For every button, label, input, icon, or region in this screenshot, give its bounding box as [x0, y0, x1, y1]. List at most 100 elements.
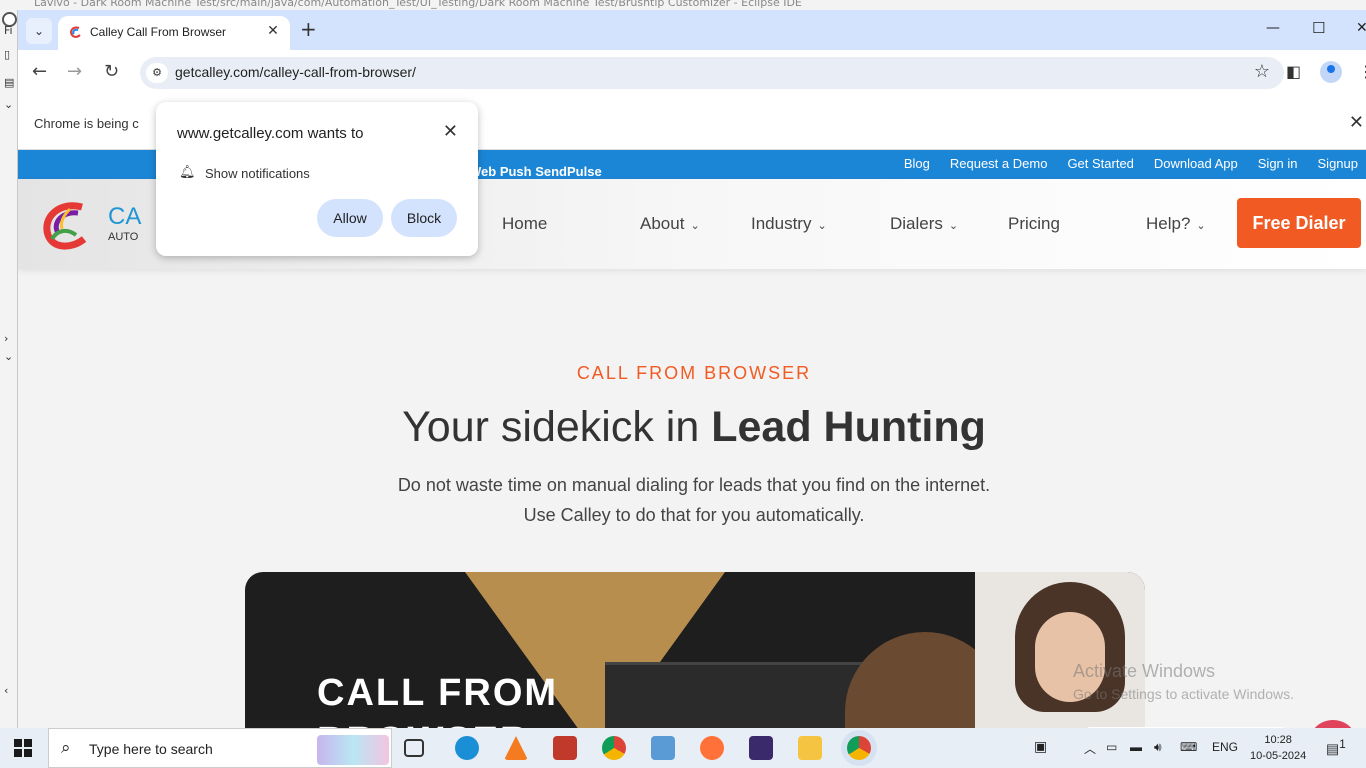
- nav-help[interactable]: Help? ⌄: [1146, 214, 1206, 234]
- bell-icon: 🔔︎: [179, 164, 196, 179]
- clock-date: 10-05-2024: [1250, 750, 1307, 762]
- vlc-icon[interactable]: [504, 736, 528, 760]
- app-p-icon[interactable]: [553, 736, 577, 760]
- firefox-icon[interactable]: [700, 736, 724, 760]
- search-icon: ⌕: [61, 738, 71, 758]
- ide-folder-icon[interactable]: ▤: [4, 76, 14, 89]
- nav-pricing[interactable]: Pricing: [1008, 214, 1060, 234]
- nav-about-label: About: [640, 214, 685, 233]
- ide-menu-file[interactable]: Fi: [4, 24, 13, 37]
- volume-icon[interactable]: 🔊︎: [1154, 740, 1162, 755]
- page-subheading: Do not waste time on manual dialing for …: [18, 470, 1366, 530]
- maximize-button[interactable]: ☐: [1312, 19, 1325, 37]
- calley-logo-icon[interactable]: [38, 199, 90, 251]
- ide-chevron-down-icon[interactable]: ⌄: [4, 98, 13, 111]
- ide-left-strip: Fi ▯ ▤ ⌄ › ⌄ ‹: [0, 10, 18, 728]
- hero-banner-image: CALL FROM BROWSER: [245, 572, 1145, 728]
- top-link-sign-in[interactable]: Sign in: [1258, 156, 1298, 171]
- chrome-active-icon[interactable]: [847, 736, 871, 760]
- ide-chevron-left-icon[interactable]: ‹: [4, 684, 8, 697]
- popup-title: www.getcalley.com wants to: [177, 125, 364, 142]
- top-link-blog[interactable]: Blog: [904, 156, 930, 171]
- clock-time: 10:28: [1264, 734, 1292, 746]
- chevron-down-icon: ⌄: [1196, 220, 1206, 232]
- windows-start-icon[interactable]: [14, 739, 32, 757]
- ide-title: Lavivo - Dark Room Machine Test/src/main…: [34, 0, 802, 9]
- close-window-button[interactable]: ✕: [1356, 20, 1366, 36]
- news-widget-icon[interactable]: ▣: [1034, 738, 1047, 755]
- ide-toolbar-icon[interactable]: ▯: [4, 48, 10, 61]
- popup-close-icon[interactable]: ✕: [443, 121, 458, 142]
- nav-about[interactable]: About ⌄: [640, 214, 700, 234]
- url-text[interactable]: getcalley.com/calley-call-from-browser/: [175, 64, 416, 80]
- top-link-request-demo[interactable]: Request a Demo: [950, 156, 1048, 171]
- free-dialer-button[interactable]: Free Dialer: [1237, 198, 1361, 248]
- ide-chevron-right-icon[interactable]: ›: [4, 332, 8, 345]
- nav-home[interactable]: Home: [502, 214, 547, 234]
- ide-title-bar: Lavivo - Dark Room Machine Test/src/main…: [0, 0, 1366, 10]
- eclipse-ide-icon[interactable]: [749, 736, 773, 760]
- chrome-window: ⌄ Calley Call From Browser ✕ + — ☐ ✕ ← →…: [18, 10, 1366, 728]
- address-bar[interactable]: ⚙ getcalley.com/calley-call-from-browser…: [140, 57, 1284, 89]
- file-explorer-icon[interactable]: [798, 736, 822, 760]
- headline-text: Your sidekick in: [402, 403, 712, 451]
- menu-kebab-icon[interactable]: ⋮: [1358, 62, 1366, 81]
- infobar-message: Chrome is being c: [34, 116, 139, 131]
- webpush-sendpulse-label[interactable]: Web Push SendPulse: [469, 164, 602, 179]
- chevron-down-icon: ⌄: [817, 220, 827, 232]
- nav-industry[interactable]: Industry ⌄: [751, 214, 827, 234]
- bookmark-star-icon[interactable]: ☆: [1254, 61, 1270, 82]
- banner-heading-2: BROWSER: [317, 720, 529, 728]
- top-link-download-app[interactable]: Download App: [1154, 156, 1238, 171]
- forward-button[interactable]: →: [67, 62, 82, 82]
- taskbar-search-box[interactable]: ⌕ Type here to search: [48, 728, 392, 768]
- new-tab-button[interactable]: +: [300, 19, 317, 39]
- minimize-button[interactable]: —: [1266, 20, 1280, 36]
- language-indicator[interactable]: ENG: [1212, 740, 1238, 754]
- tab-close-icon[interactable]: ✕: [264, 22, 282, 40]
- chrome-profile-icon[interactable]: [602, 736, 626, 760]
- block-button[interactable]: Block: [391, 199, 457, 237]
- subheading-line-2: Use Calley to do that for you automatica…: [523, 505, 865, 525]
- nav-industry-label: Industry: [751, 214, 812, 233]
- activate-windows-title: Activate Windows: [1073, 661, 1216, 681]
- side-panel-icon[interactable]: ◧: [1286, 62, 1301, 81]
- network-icon[interactable]: ▭: [1106, 740, 1117, 754]
- nav-dialers[interactable]: Dialers ⌄: [890, 214, 958, 234]
- search-placeholder[interactable]: Type here to search: [89, 741, 213, 757]
- search-highlight-image: [317, 735, 389, 765]
- windows-taskbar: ⌕ Type here to search ▣ ︿ ▭ ▬ 🔊︎ ⌨ ENG 1…: [0, 728, 1366, 768]
- browser-toolbar: ← → ↻ ⚙ getcalley.com/calley-call-from-b…: [18, 50, 1366, 96]
- profile-avatar[interactable]: [1320, 61, 1342, 83]
- tab-search-button[interactable]: ⌄: [26, 18, 52, 44]
- task-view-icon[interactable]: [404, 739, 424, 757]
- allow-button[interactable]: Allow: [317, 199, 383, 237]
- ide-chevron-down-icon[interactable]: ⌄: [4, 350, 13, 363]
- battery-icon[interactable]: ▬: [1130, 740, 1142, 754]
- active-tab[interactable]: Calley Call From Browser ✕: [58, 16, 290, 50]
- top-links: Blog Request a Demo Get Started Download…: [904, 156, 1358, 171]
- notification-center-icon[interactable]: ▤1: [1326, 738, 1346, 758]
- page-headline: Your sidekick in Lead Hunting: [18, 403, 1366, 452]
- back-button[interactable]: ←: [32, 62, 47, 82]
- chat-bubble-icon[interactable]: [1308, 720, 1358, 728]
- tab-title: Calley Call From Browser: [90, 25, 227, 39]
- top-link-get-started[interactable]: Get Started: [1067, 156, 1133, 171]
- tab-strip: ⌄ Calley Call From Browser ✕ + — ☐ ✕: [18, 10, 1366, 50]
- nav-help-label: Help?: [1146, 214, 1191, 233]
- nav-dialers-label: Dialers: [890, 214, 943, 233]
- edge-icon[interactable]: [455, 736, 479, 760]
- logo-text: CA: [108, 203, 142, 230]
- subheading-line-1: Do not waste time on manual dialing for …: [397, 475, 991, 495]
- banner-heading-1: CALL FROM: [317, 672, 559, 714]
- chevron-down-icon: ⌄: [948, 220, 959, 232]
- show-hidden-icons-chevron[interactable]: ︿: [1084, 740, 1096, 757]
- system-clock[interactable]: 10:28 10-05-2024: [1250, 732, 1306, 764]
- section-eyebrow: CALL FROM BROWSER: [576, 363, 812, 383]
- reload-button[interactable]: ↻: [104, 62, 119, 82]
- site-info-icon[interactable]: ⚙: [146, 63, 168, 83]
- top-link-signup[interactable]: Signup: [1318, 156, 1358, 171]
- keyboard-icon[interactable]: ⌨: [1180, 740, 1197, 754]
- laptop-app-icon[interactable]: [651, 736, 675, 760]
- infobar-close-icon[interactable]: ✕: [1349, 112, 1364, 133]
